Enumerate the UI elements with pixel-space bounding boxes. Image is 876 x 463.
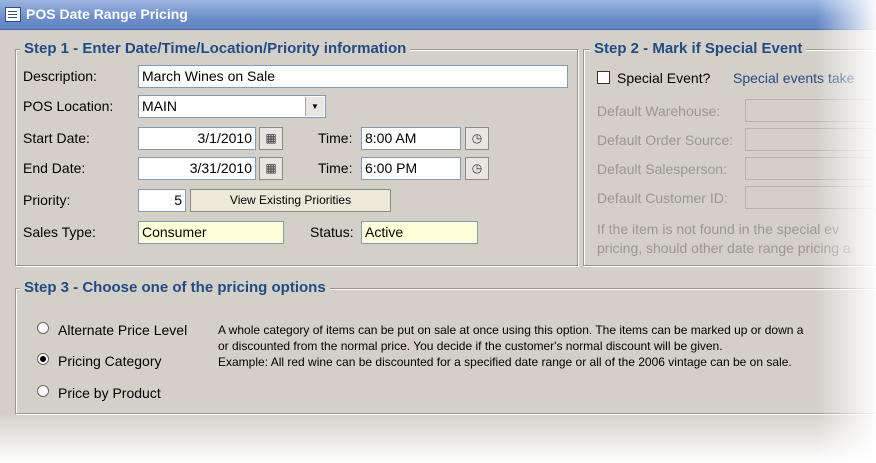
fallback-note-line1: If the item is not found in the special … — [597, 221, 840, 237]
pos-date-range-pricing-window: POS Date Range Pricing Step 1 - Enter Da… — [0, 0, 876, 463]
default-warehouse-label: Default Warehouse: — [597, 103, 721, 119]
price-by-product-radio[interactable] — [37, 385, 49, 397]
default-salesperson-field[interactable] — [745, 157, 876, 180]
step2-header: Step 2 - Mark if Special Event — [590, 40, 807, 57]
calendar-icon[interactable]: ▦ — [259, 127, 283, 150]
start-time-field[interactable]: 8:00 AM — [361, 127, 461, 150]
default-order-source-field[interactable] — [745, 128, 876, 151]
end-time-field[interactable]: 6:00 PM — [361, 157, 461, 180]
priority-field[interactable]: 5 — [138, 189, 186, 212]
end-time-label: Time: — [318, 160, 353, 176]
fallback-note-line2: pricing, should other date range pricing… — [597, 240, 851, 256]
window-title: POS Date Range Pricing — [26, 6, 188, 22]
step3-header: Step 3 - Choose one of the pricing optio… — [20, 279, 330, 296]
default-customer-field[interactable] — [745, 186, 876, 209]
pricing-description-line2: or discounted from the normal price. You… — [218, 339, 723, 353]
default-salesperson-label: Default Salesperson: — [597, 161, 727, 177]
pos-location-label: POS Location: — [23, 98, 114, 114]
pricing-category-radio[interactable] — [37, 353, 49, 365]
status-field[interactable]: Active — [361, 221, 478, 244]
pricing-description-line1: A whole category of items can be put on … — [218, 323, 804, 337]
price-by-product-label: Price by Product — [58, 385, 161, 401]
form-icon — [5, 7, 21, 22]
pricing-category-label: Pricing Category — [58, 353, 162, 369]
end-date-field[interactable]: 3/31/2010 — [138, 157, 256, 180]
default-customer-label: Default Customer ID: — [597, 190, 728, 206]
sales-type-field[interactable]: Consumer — [138, 221, 284, 244]
pos-location-value: MAIN — [142, 98, 177, 114]
bottom-edge-fade — [0, 413, 876, 463]
default-warehouse-field[interactable] — [745, 99, 876, 122]
step1-header: Step 1 - Enter Date/Time/Location/Priori… — [20, 40, 411, 57]
alternate-price-level-label: Alternate Price Level — [58, 322, 188, 338]
sales-type-label: Sales Type: — [23, 224, 96, 240]
view-existing-priorities-button[interactable]: View Existing Priorities — [190, 189, 391, 212]
end-date-label: End Date: — [23, 160, 86, 176]
status-label: Status: — [310, 224, 354, 240]
start-time-label: Time: — [318, 130, 353, 146]
clock-icon[interactable]: ◷ — [465, 127, 489, 150]
description-label: Description: — [23, 68, 97, 84]
special-event-checkbox[interactable] — [597, 71, 610, 84]
start-date-label: Start Date: — [23, 130, 90, 146]
description-field[interactable]: March Wines on Sale — [138, 65, 568, 88]
calendar-icon[interactable]: ▦ — [259, 157, 283, 180]
priority-label: Priority: — [23, 192, 71, 208]
pricing-description-line3: Example: All red wine can be discounted … — [218, 355, 792, 369]
start-date-field[interactable]: 3/1/2010 — [138, 127, 256, 150]
clock-icon[interactable]: ◷ — [465, 157, 489, 180]
special-event-note: Special events take — [733, 70, 855, 86]
alternate-price-level-radio[interactable] — [37, 322, 49, 334]
chevron-down-icon[interactable]: ▼ — [305, 97, 324, 116]
title-bar: POS Date Range Pricing — [0, 0, 876, 30]
pos-location-select[interactable]: MAIN ▼ — [138, 95, 326, 118]
special-event-label: Special Event? — [617, 70, 711, 86]
default-order-source-label: Default Order Source: — [597, 132, 734, 148]
